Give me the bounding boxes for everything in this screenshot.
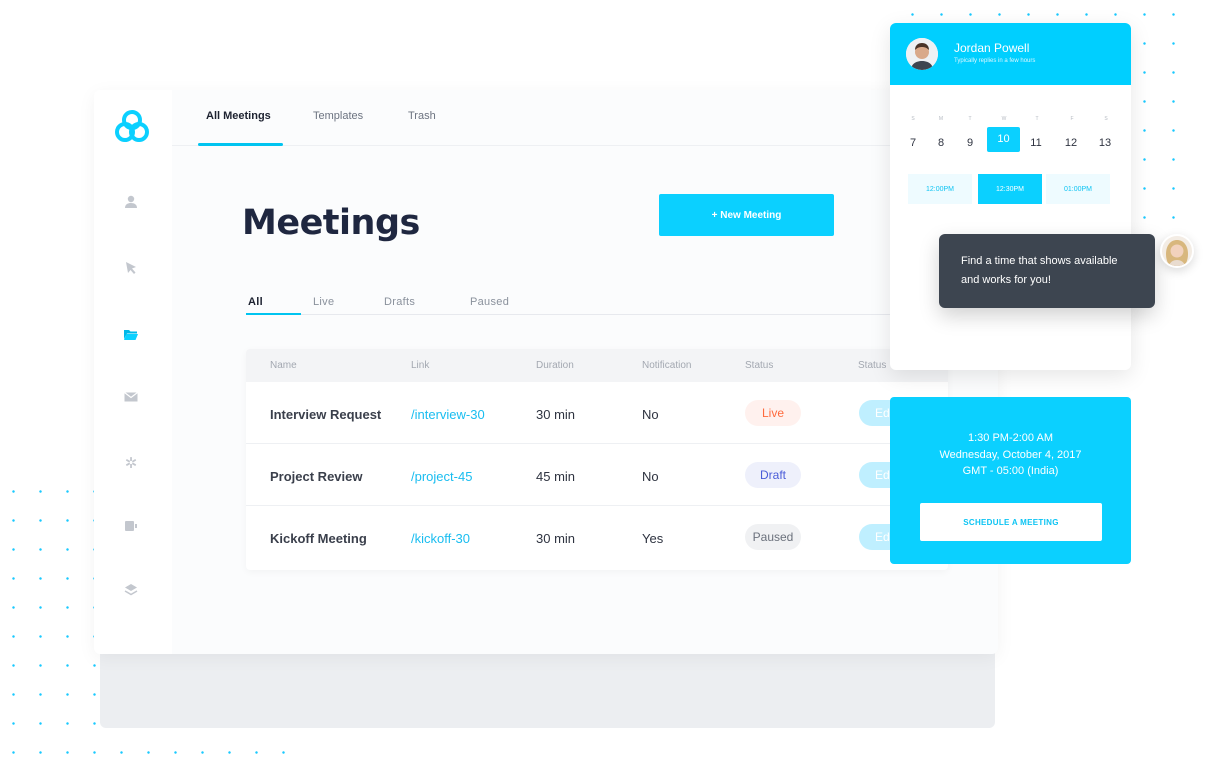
subtab-live[interactable]: Live xyxy=(313,296,334,308)
status-badge: Draft xyxy=(745,462,801,488)
host-subtitle: Typically replies in a few hours xyxy=(954,58,1036,64)
calendar-date[interactable]: 13 xyxy=(1092,133,1118,153)
weekday-label: T xyxy=(968,116,972,122)
guest-avatar xyxy=(1160,234,1194,268)
meeting-duration: 45 min xyxy=(536,469,576,484)
meeting-duration: 30 min xyxy=(536,407,576,422)
weekday-label: S xyxy=(1104,116,1108,122)
host-name: Jordan Powell xyxy=(954,41,1030,55)
chat-bubble: Find a time that shows available and wor… xyxy=(939,234,1155,308)
column-header-status-action: Status xyxy=(858,360,887,371)
calendar-date[interactable]: 12 xyxy=(1058,133,1084,153)
weekday-label: F xyxy=(1070,116,1074,122)
column-header-link: Link xyxy=(411,360,430,371)
table-header: Name Link Duration Notification Status S… xyxy=(246,349,948,382)
booking-calendar-card: Jordan Powell Typically replies in a few… xyxy=(890,23,1131,370)
time-slot-selected[interactable]: 12:30PM xyxy=(978,174,1042,204)
booking-header: Jordan Powell Typically replies in a few… xyxy=(890,23,1131,85)
status-badge: Paused xyxy=(745,524,801,550)
meeting-notification: No xyxy=(642,469,659,484)
layers-icon[interactable] xyxy=(121,582,141,602)
table-row[interactable]: Kickoff Meeting /kickoff-30 30 min Yes P… xyxy=(246,506,948,568)
sidebar: ✲ xyxy=(94,90,172,654)
gear-icon[interactable]: ✲ xyxy=(121,454,141,474)
column-header-duration: Duration xyxy=(536,360,574,371)
time-slot[interactable]: 01:00PM xyxy=(1046,174,1110,204)
tab-all-meetings[interactable]: All Meetings xyxy=(206,110,271,122)
meeting-duration: 30 min xyxy=(536,531,576,546)
weekday-label: M xyxy=(938,116,944,122)
folder-icon[interactable] xyxy=(121,326,141,346)
meeting-link[interactable]: /interview-30 xyxy=(411,407,485,422)
meeting-name: Interview Request xyxy=(270,407,382,422)
chat-message: Find a time that shows available and wor… xyxy=(961,255,1118,286)
mail-icon[interactable] xyxy=(121,389,141,409)
selected-timezone: GMT - 05:00 (India) xyxy=(962,465,1059,477)
table-row[interactable]: Project Review /project-45 45 min No Dra… xyxy=(246,444,948,506)
active-subtab-indicator xyxy=(246,313,301,315)
subtab-paused[interactable]: Paused xyxy=(470,296,509,308)
meeting-link[interactable]: /project-45 xyxy=(411,469,472,484)
logo-icon[interactable] xyxy=(113,108,151,146)
calendar-date[interactable]: 8 xyxy=(928,133,954,153)
table-row[interactable]: Interview Request /interview-30 30 min N… xyxy=(246,382,948,444)
subtab-all[interactable]: All xyxy=(248,296,263,308)
subtab-drafts[interactable]: Drafts xyxy=(384,296,415,308)
cursor-icon[interactable] xyxy=(121,260,141,280)
schedule-meeting-button[interactable]: SCHEDULE A MEETING xyxy=(920,503,1102,541)
calendar-date[interactable]: 11 xyxy=(1023,133,1049,153)
active-tab-indicator xyxy=(198,143,283,146)
weekday-label: W xyxy=(1001,116,1007,122)
status-filter-tabs: All Live Drafts Paused xyxy=(246,296,968,315)
schedule-summary-card: 1:30 PM-2:00 AM Wednesday, October 4, 20… xyxy=(890,397,1131,564)
top-nav: All Meetings Templates Trash xyxy=(172,90,998,146)
selected-time-range: 1:30 PM-2:00 AM xyxy=(968,432,1053,444)
selected-date: Wednesday, October 4, 2017 xyxy=(939,449,1082,461)
host-avatar xyxy=(906,38,938,70)
calendar-date[interactable]: 7 xyxy=(900,133,926,153)
meeting-name: Project Review xyxy=(270,469,363,484)
time-slot[interactable]: 12:00PM xyxy=(908,174,972,204)
status-badge: Live xyxy=(745,400,801,426)
meeting-notification: Yes xyxy=(642,531,664,546)
page-title: Meetings xyxy=(242,203,420,243)
tab-trash[interactable]: Trash xyxy=(408,110,436,122)
calendar-date[interactable]: 9 xyxy=(957,133,983,153)
app-window: ✲ All Meetings Templates Trash Meetings … xyxy=(94,90,998,654)
meeting-name: Kickoff Meeting xyxy=(270,531,367,546)
meeting-link[interactable]: /kickoff-30 xyxy=(411,531,470,546)
column-header-name: Name xyxy=(270,360,297,371)
weekday-label: S xyxy=(911,116,915,122)
calendar-date-selected[interactable]: 10 xyxy=(987,127,1020,152)
column-header-notification: Notification xyxy=(642,360,692,371)
tab-templates[interactable]: Templates xyxy=(313,110,363,122)
meetings-table: Name Link Duration Notification Status S… xyxy=(246,349,948,570)
user-icon[interactable] xyxy=(121,194,141,214)
new-meeting-button[interactable]: + New Meeting xyxy=(659,194,834,236)
column-header-status: Status xyxy=(745,360,774,371)
weekday-label: T xyxy=(1035,116,1039,122)
device-icon[interactable] xyxy=(121,518,141,538)
meeting-notification: No xyxy=(642,407,659,422)
